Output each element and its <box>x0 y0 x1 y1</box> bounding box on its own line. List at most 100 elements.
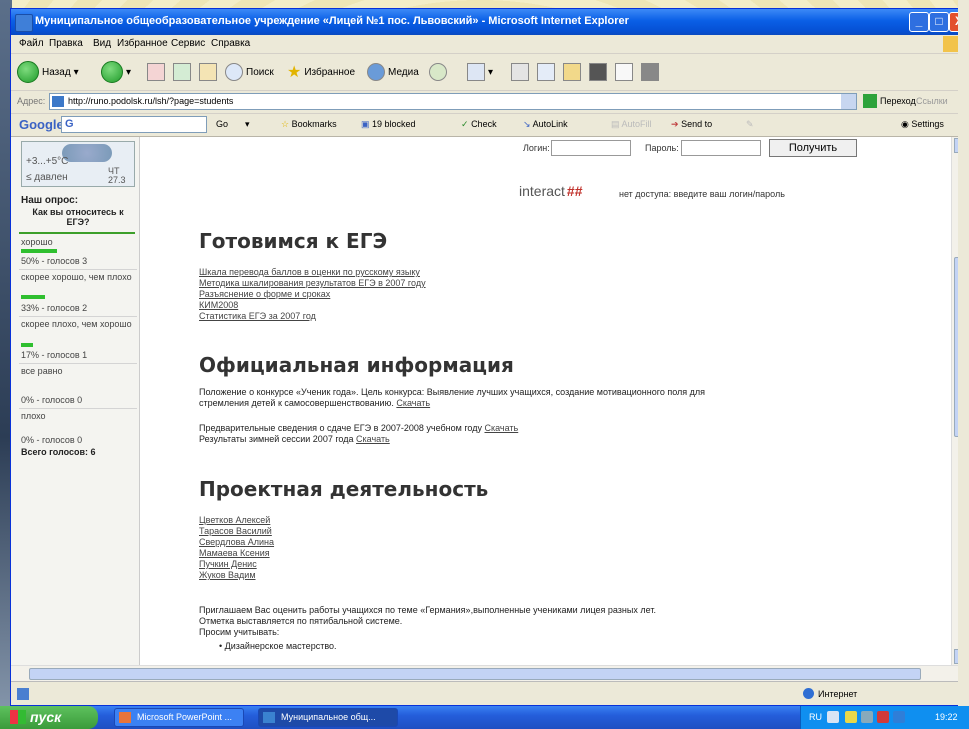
poll-divider <box>19 316 137 317</box>
favorites-label: Избранное <box>304 66 356 78</box>
back-dropdown-icon[interactable]: ▾ <box>74 67 79 78</box>
menu-tools[interactable]: Сервис <box>171 38 205 49</box>
student-link[interactable]: Свердлова Алина <box>199 537 274 547</box>
get-access-button[interactable]: Получить <box>769 139 857 157</box>
windows-logo-icon <box>10 710 26 724</box>
messenger-button[interactable] <box>589 60 607 84</box>
print-button[interactable] <box>511 60 529 84</box>
ege-link[interactable]: Шкала перевода баллов в оценки по русско… <box>199 267 420 277</box>
download-link[interactable]: Скачать <box>484 423 518 433</box>
menu-file[interactable]: Файл <box>19 38 44 49</box>
language-indicator[interactable]: RU <box>809 712 822 722</box>
menu-view[interactable]: Вид <box>93 38 111 49</box>
title-bar[interactable]: Муниципальное общеобразовательное учрежд… <box>11 9 967 35</box>
check-label: Check <box>471 119 497 129</box>
minimize-button[interactable]: _ <box>909 12 929 32</box>
consider-text: Просим учитывать: <box>199 627 280 637</box>
ege-link[interactable]: Статистика ЕГЭ за 2007 год <box>199 311 316 321</box>
download-link[interactable]: Скачать <box>396 398 430 408</box>
maximize-button[interactable]: □ <box>929 12 949 32</box>
go-arrow-icon <box>863 94 877 108</box>
discuss-button[interactable] <box>563 60 581 84</box>
taskbar-powerpoint[interactable]: Microsoft PowerPoint ... <box>114 708 244 727</box>
search-label: Поиск <box>246 66 274 78</box>
student-link[interactable]: Жуков Вадим <box>199 570 256 580</box>
password-input[interactable] <box>681 140 761 156</box>
mail-dropdown-icon[interactable]: ▾ <box>488 67 493 78</box>
autolink-button[interactable]: ↘ AutoLink <box>523 119 568 130</box>
autofill-button[interactable]: ▤ AutoFill <box>611 119 652 130</box>
poll-option-result: 0% - голосов 0 <box>21 435 83 445</box>
k-icon <box>589 63 607 81</box>
search-button[interactable]: Поиск <box>225 60 274 84</box>
go-button[interactable]: Переход <box>863 94 916 108</box>
settings-button[interactable]: ◉ Settings <box>901 119 944 130</box>
student-link[interactable]: Мамаева Ксения <box>199 548 270 558</box>
bookmarks-star-icon: ☆ <box>281 119 290 129</box>
tray-network-icon[interactable] <box>827 711 839 723</box>
horizontal-scrollbar[interactable] <box>11 665 967 681</box>
poll-option-label: все равно <box>21 366 63 376</box>
clock[interactable]: 19:22 <box>935 712 958 722</box>
standard-toolbar: Назад ▾ ▾ Поиск ★ Избранное Медиа ▾ <box>11 54 967 91</box>
mail-button[interactable]: ▾ <box>467 60 493 84</box>
bookmarks-button[interactable]: ☆ Bookmarks <box>281 119 337 130</box>
menu-edit[interactable]: Правка <box>49 38 83 49</box>
autolink-icon: ↘ <box>523 119 531 129</box>
google-go-button[interactable]: Go <box>216 119 228 129</box>
sendto-button[interactable]: ➔ Send to <box>671 119 712 130</box>
tray-app-icon[interactable] <box>893 711 905 723</box>
start-button[interactable]: пуск <box>0 706 98 729</box>
check-icon: ✓ <box>461 119 469 129</box>
stop-button[interactable] <box>147 60 165 84</box>
google-search-input[interactable]: G <box>61 116 207 133</box>
menu-bar: Файл Правка Вид Избранное Сервис Справка <box>11 35 967 54</box>
media-button[interactable]: Медиа <box>367 60 419 84</box>
research-button[interactable] <box>615 60 633 84</box>
ege-link[interactable]: Разъяснение о форме и сроках <box>199 289 330 299</box>
password-label: Пароль: <box>645 143 679 153</box>
home-button[interactable] <box>199 60 217 84</box>
links-button[interactable]: Ссылки <box>916 96 948 106</box>
edit-button[interactable] <box>537 60 555 84</box>
history-button[interactable] <box>429 60 447 84</box>
hscroll-thumb[interactable] <box>29 668 921 680</box>
settings-label: Settings <box>911 119 944 129</box>
google-options-icon[interactable]: ▾ <box>245 119 250 130</box>
forward-button[interactable]: ▾ <box>101 60 131 84</box>
extra-button[interactable] <box>641 60 659 84</box>
google-toolbar: Google G Go ▾ ☆ Bookmarks ▣ 19 blocked ✓… <box>11 114 967 137</box>
menu-help[interactable]: Справка <box>211 38 250 49</box>
favorites-button[interactable]: ★ Избранное <box>287 60 355 84</box>
menu-favorites[interactable]: Избранное <box>117 38 168 49</box>
address-dropdown-icon[interactable] <box>841 94 856 109</box>
spellcheck-button[interactable]: ✓ Check <box>461 119 497 130</box>
student-link[interactable]: Цветков Алексей <box>199 515 270 525</box>
security-zone: Интернет <box>803 688 857 699</box>
refresh-button[interactable] <box>173 60 191 84</box>
back-button[interactable]: Назад ▾ <box>17 60 79 84</box>
download-link[interactable]: Скачать <box>356 434 390 444</box>
poll-divider <box>19 269 137 270</box>
address-bar: Адрес: http://runo.podolsk.ru/lsh/?page=… <box>11 91 967 114</box>
tray-help-icon[interactable] <box>845 711 857 723</box>
student-link[interactable]: Пучкин Денис <box>199 559 257 569</box>
poll-bar-2 <box>21 295 45 299</box>
taskbar-ie[interactable]: Муниципальное общ... <box>258 708 398 727</box>
project-heading: Проектная деятельность <box>199 477 489 501</box>
popup-blocker-button[interactable]: ▣ 19 blocked <box>361 119 416 130</box>
poll-total: Всего голосов: 6 <box>21 447 96 457</box>
address-input[interactable]: http://runo.podolsk.ru/lsh/?page=student… <box>49 93 857 110</box>
forward-dropdown-icon[interactable]: ▾ <box>126 67 131 78</box>
student-link[interactable]: Тарасов Василий <box>199 526 272 536</box>
login-input[interactable] <box>551 140 631 156</box>
tray-volume-icon[interactable] <box>861 711 873 723</box>
interact-logo: interact ## <box>519 183 583 199</box>
tray-antivirus-icon[interactable] <box>877 711 889 723</box>
ege-link[interactable]: Методика шкалирования результатов ЕГЭ в … <box>199 278 426 288</box>
highlight-button[interactable]: ✎ <box>746 119 754 130</box>
ege-link[interactable]: КИМ2008 <box>199 300 238 310</box>
task-label: Microsoft PowerPoint ... <box>137 712 233 722</box>
criteria-item-label: Дизайнерское мастерство. <box>224 641 337 651</box>
cloud-icon <box>62 144 112 162</box>
